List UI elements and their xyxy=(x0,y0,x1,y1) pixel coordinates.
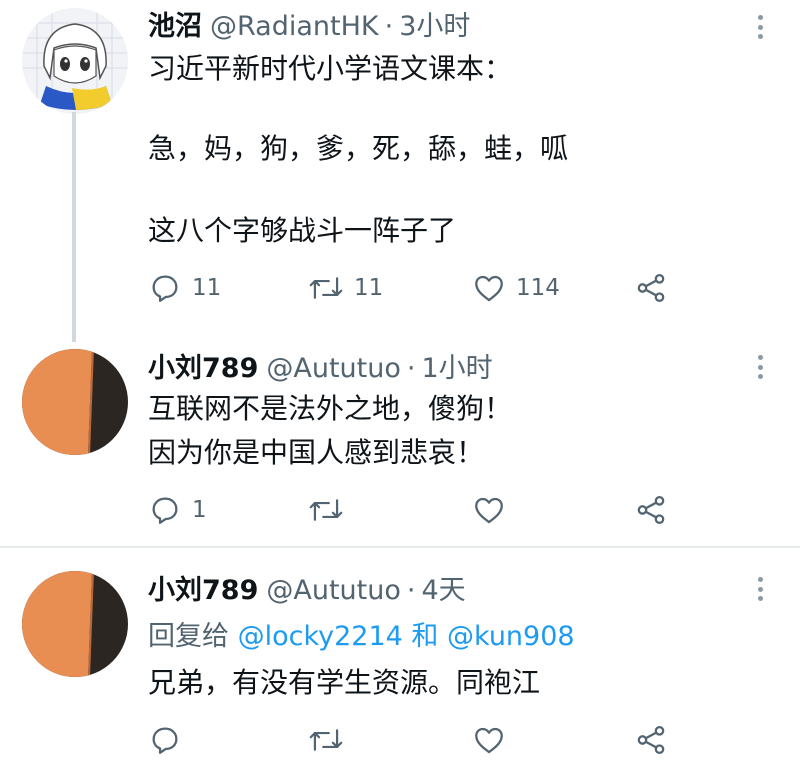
like-count: 114 xyxy=(516,275,560,301)
retweet-button[interactable] xyxy=(308,720,354,760)
user-handle[interactable]: @Aututuo xyxy=(266,574,401,608)
tweet-3[interactable]: 小刘789 @Aututuo · 4天 回复给 @locky2214 和 @ku… xyxy=(0,560,800,761)
more-options-icon[interactable] xyxy=(752,352,768,382)
display-name[interactable]: 小刘789 xyxy=(148,574,258,608)
retweet-icon xyxy=(309,729,343,751)
display-name[interactable]: 小刘789 xyxy=(148,352,258,386)
display-name[interactable]: 池沼 xyxy=(148,10,202,44)
avatar-aututuo[interactable] xyxy=(22,571,128,677)
user-handle[interactable]: @Aututuo xyxy=(266,352,401,386)
share-icon xyxy=(637,495,665,525)
heart-icon xyxy=(475,275,503,302)
calligraphy-avatar-image xyxy=(22,349,128,455)
retweet-button[interactable]: 11 xyxy=(308,268,383,308)
retweet-icon xyxy=(309,499,343,521)
heart-icon xyxy=(475,727,503,754)
tweet-2[interactable]: 小刘789 @Aututuo · 1小时 互联网不是法外之地，傻狗！ 因为你是中… xyxy=(0,340,800,545)
reply-count: 1 xyxy=(192,497,207,523)
separator-dot: · xyxy=(406,575,416,606)
tweet-divider xyxy=(0,546,800,548)
retweet-button[interactable] xyxy=(308,490,354,530)
share-icon xyxy=(637,725,665,755)
separator-dot: · xyxy=(384,11,394,42)
separator-dot: · xyxy=(406,353,416,384)
reply-button[interactable]: 11 xyxy=(148,268,221,308)
calligraphy-avatar-image xyxy=(22,571,128,677)
tweet-text-line: 这八个字够战斗一阵子了 xyxy=(148,214,457,247)
timestamp[interactable]: 4天 xyxy=(421,574,465,608)
like-button[interactable]: 114 xyxy=(472,268,560,308)
tweet-actions: 1 xyxy=(148,490,688,530)
reply-count: 11 xyxy=(192,275,222,301)
anime-avatar-image xyxy=(22,8,128,114)
reply-icon xyxy=(152,727,178,754)
tweet-text-line: 急，妈，狗，爹，死，舔，蛙，呱 xyxy=(148,132,569,165)
tweet-actions: 11 11 114 xyxy=(148,268,688,308)
tweet-header: 池沼 @RadiantHK · 3小时 xyxy=(148,10,470,44)
reply-button[interactable]: 1 xyxy=(148,490,207,530)
tweet-text-line: 习近平新时代小学语文课本： xyxy=(148,52,513,85)
like-button[interactable] xyxy=(472,720,516,760)
heart-icon xyxy=(475,497,503,524)
share-icon xyxy=(637,273,665,303)
tweet-1[interactable]: 池沼 @RadiantHK · 3小时 习近平新时代小学语文课本： 急，妈，狗，… xyxy=(0,0,800,342)
reply-context: 回复给 @locky2214 和 @kun908 xyxy=(148,620,575,654)
share-button[interactable] xyxy=(634,490,668,530)
avatar-aututuo[interactable] xyxy=(22,349,128,455)
reply-icon xyxy=(152,275,178,302)
reply-to-conjunction: 和 xyxy=(411,621,439,652)
mention-link[interactable]: @kun908 xyxy=(447,621,575,652)
reply-to-prefix: 回复给 xyxy=(148,621,229,652)
tweet-text-line: 因为你是中国人感到悲哀！ xyxy=(148,436,485,469)
retweet-count: 11 xyxy=(354,275,384,301)
more-options-icon[interactable] xyxy=(752,12,768,42)
tweet-header: 小刘789 @Aututuo · 4天 xyxy=(148,574,466,608)
reply-icon xyxy=(152,497,178,524)
timestamp[interactable]: 3小时 xyxy=(399,10,470,44)
tweet-text-line: 互联网不是法外之地，傻狗！ xyxy=(148,392,513,425)
user-handle[interactable]: @RadiantHK xyxy=(210,10,379,44)
like-button[interactable] xyxy=(472,490,516,530)
tweet-header: 小刘789 @Aututuo · 1小时 xyxy=(148,352,493,386)
thread-line xyxy=(72,112,76,342)
retweet-icon xyxy=(309,277,343,299)
share-button[interactable] xyxy=(634,268,668,308)
tweet-text-line: 兄弟，有没有学生资源。同袍江 xyxy=(148,666,541,699)
reply-button[interactable] xyxy=(148,720,192,760)
avatar-radianthk[interactable] xyxy=(22,8,128,114)
tweet-actions xyxy=(148,720,688,760)
more-options-icon[interactable] xyxy=(752,574,768,604)
share-button[interactable] xyxy=(634,720,668,760)
mention-link[interactable]: @locky2214 xyxy=(238,621,403,652)
timestamp[interactable]: 1小时 xyxy=(421,352,492,386)
